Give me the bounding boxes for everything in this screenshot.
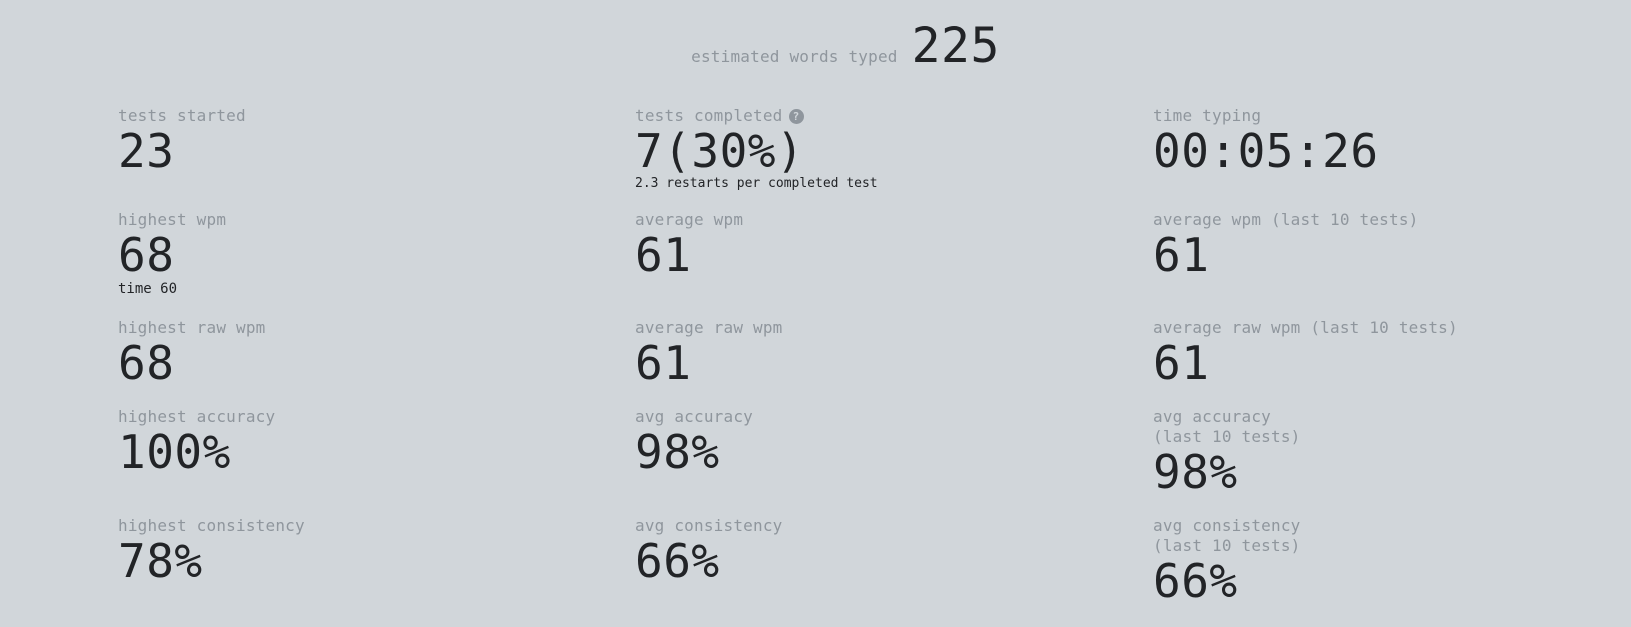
stat-avg-consistency-last10: avg consistency (last 10 tests) 66% <box>1153 516 1301 606</box>
stat-label: tests started <box>118 106 246 125</box>
stat-value: 7(30%) <box>635 124 805 178</box>
stat-tests-started: tests started 23 <box>118 106 246 176</box>
stat-value: 61 <box>1153 336 1210 390</box>
stat-value: 98% <box>635 425 720 479</box>
stat-label: highest consistency <box>118 516 305 535</box>
stat-avg-consistency: avg consistency 66% <box>635 516 783 586</box>
stat-value: 68 <box>118 336 175 390</box>
stat-tests-completed: tests completed? 7(30%) 2.3 restarts per… <box>635 106 878 192</box>
stat-label: avg accuracy <box>1153 407 1271 426</box>
words-typed-summary: estimated words typed 225 <box>0 18 1631 74</box>
stat-avg-accuracy-last10: avg accuracy (last 10 tests) 98% <box>1153 407 1301 497</box>
stat-label: time typing <box>1153 106 1262 125</box>
stat-label: avg consistency <box>1153 516 1301 535</box>
stat-average-raw-wpm-last10: average raw wpm (last 10 tests) 61 <box>1153 318 1458 388</box>
stat-value: 78% <box>118 534 203 588</box>
restarts-note: 2.3 restarts per completed test <box>635 176 878 191</box>
stat-highest-raw-wpm: highest raw wpm 68 <box>118 318 266 388</box>
stat-average-raw-wpm: average raw wpm 61 <box>635 318 783 388</box>
stat-highest-accuracy: highest accuracy 100% <box>118 407 275 477</box>
stat-label: highest raw wpm <box>118 318 266 337</box>
stat-value: 66% <box>1153 554 1238 608</box>
stat-highest-consistency: highest consistency 78% <box>118 516 305 586</box>
stat-average-wpm-last10: average wpm (last 10 tests) 61 <box>1153 210 1419 280</box>
stat-value: 61 <box>635 228 692 282</box>
stat-avg-accuracy: avg accuracy 98% <box>635 407 753 477</box>
stat-value: 61 <box>635 336 692 390</box>
stat-label: average wpm (last 10 tests) <box>1153 210 1419 229</box>
stat-value: 00:05:26 <box>1153 124 1379 178</box>
highest-wpm-mode: time 60 <box>118 281 178 297</box>
stat-time-typing: time typing 00:05:26 <box>1153 106 1379 176</box>
stat-value: 100% <box>118 425 231 479</box>
question-circle-icon[interactable]: ? <box>788 109 804 124</box>
stat-label: average wpm <box>635 210 744 229</box>
stat-label: avg consistency <box>635 516 783 535</box>
stat-label-qualifier: (last 10 tests) <box>1153 536 1301 555</box>
stat-value: 98% <box>1153 445 1238 499</box>
words-typed-value: 225 <box>911 18 1000 74</box>
stat-value: 68 <box>118 228 175 282</box>
stat-value: 23 <box>118 124 175 178</box>
stat-label: avg accuracy <box>635 407 753 426</box>
stat-label: average raw wpm <box>635 318 783 337</box>
stat-value: 61 <box>1153 228 1210 282</box>
stat-label: highest accuracy <box>118 407 276 426</box>
stat-value: 66% <box>635 534 720 588</box>
words-typed-label: estimated words typed <box>691 47 898 66</box>
stat-label: tests completed <box>635 106 783 125</box>
stat-average-wpm: average wpm 61 <box>635 210 743 280</box>
stat-label: highest wpm <box>118 210 227 229</box>
stat-label: average raw wpm (last 10 tests) <box>1153 318 1458 337</box>
stat-label-qualifier: (last 10 tests) <box>1153 427 1301 446</box>
stat-highest-wpm: highest wpm 68 time 60 <box>118 210 226 298</box>
stat-label-row: tests completed? <box>635 106 878 126</box>
